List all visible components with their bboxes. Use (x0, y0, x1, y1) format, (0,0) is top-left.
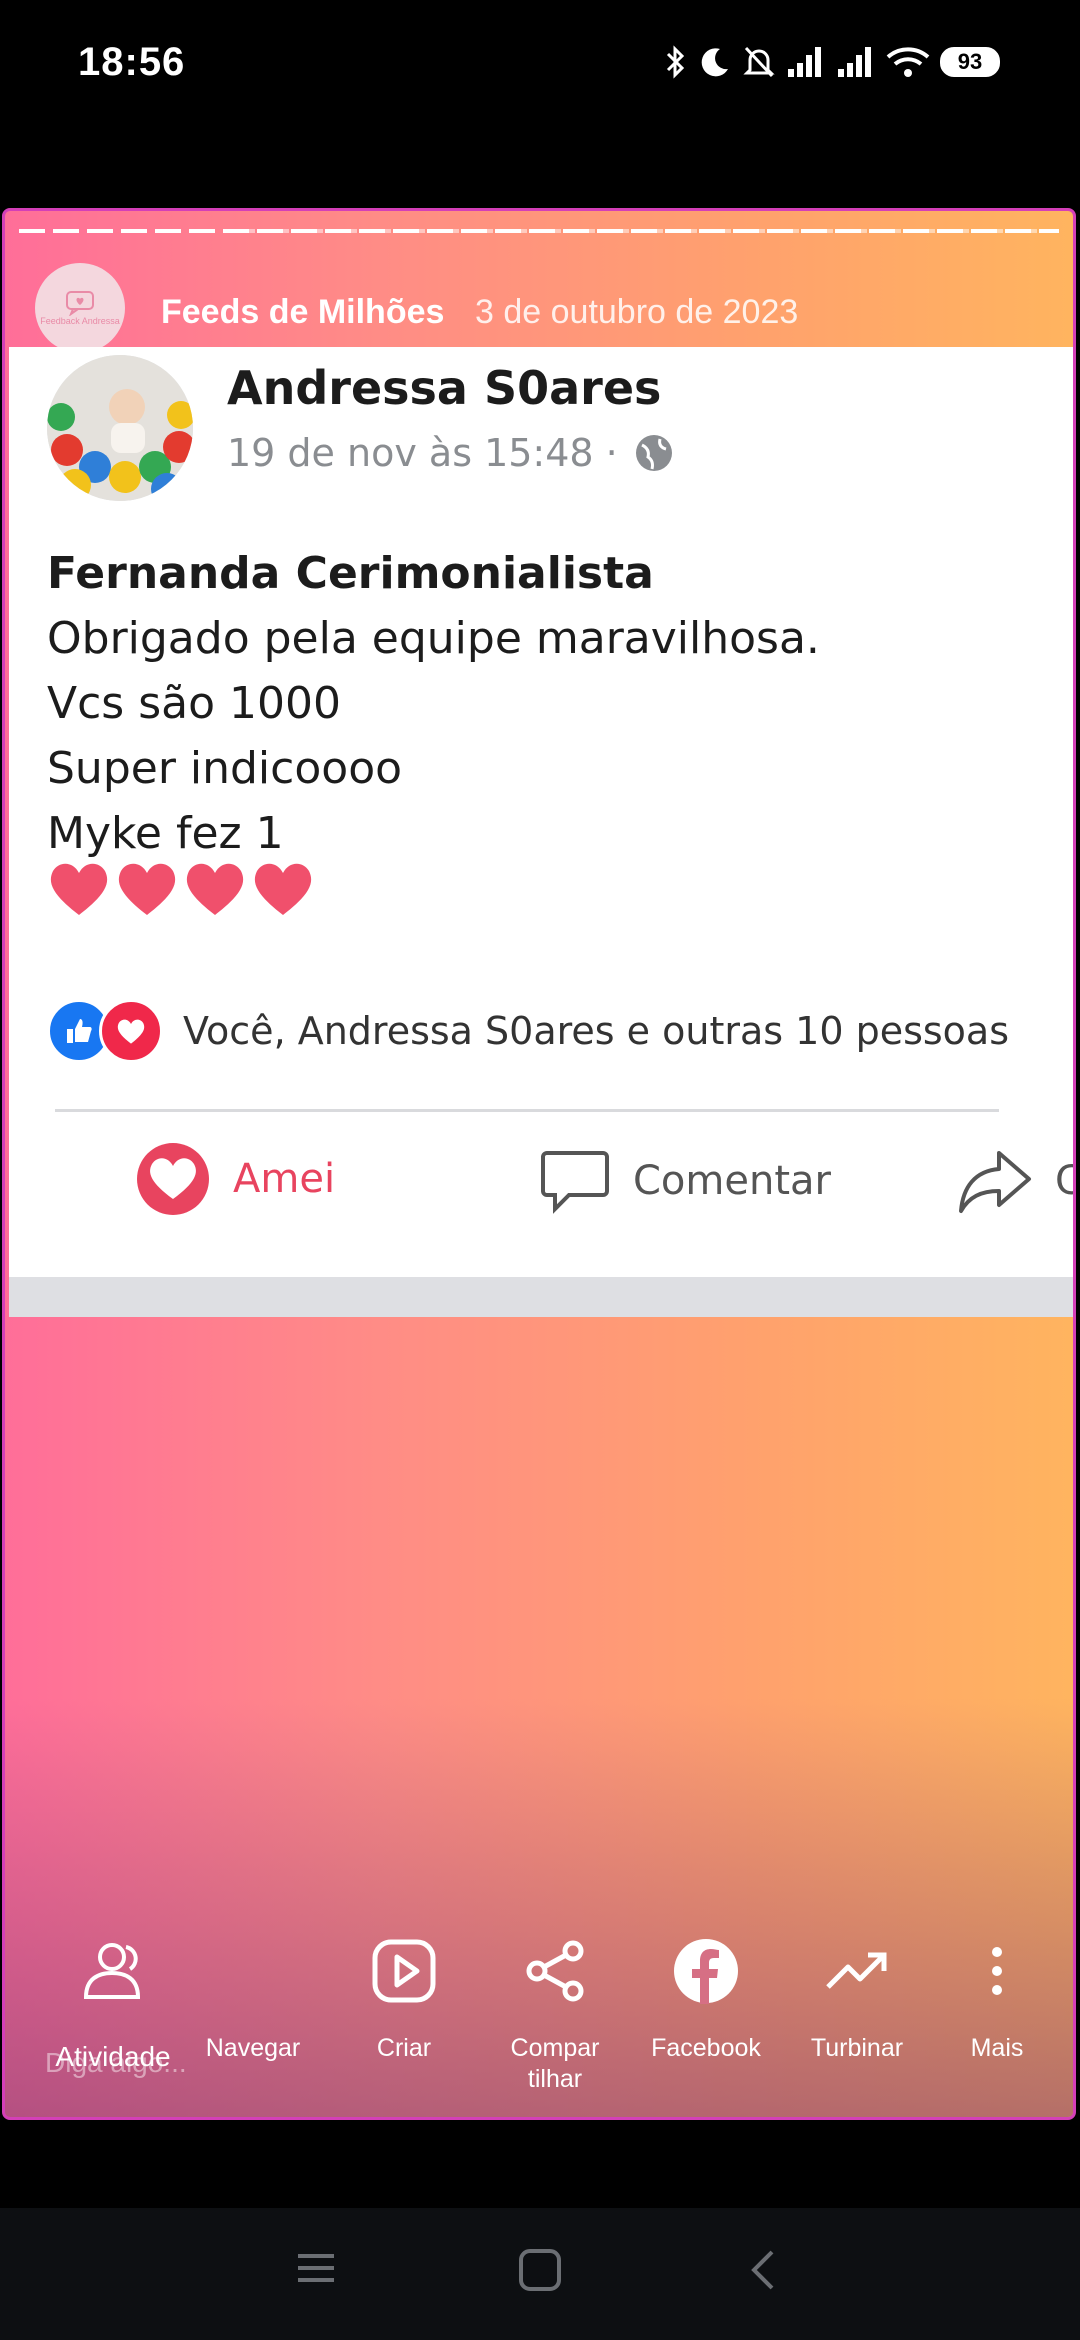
share-nodes-icon (526, 1940, 584, 2002)
boost-button[interactable]: Turbinar (787, 1921, 927, 2064)
browse-button[interactable]: Navegar (183, 1921, 323, 2064)
system-nav-bar (0, 2208, 1080, 2340)
heart-emojis (47, 859, 315, 917)
signal-icon (838, 47, 871, 77)
page-name[interactable]: Feeds de Milhões (161, 293, 444, 332)
play-square-icon (372, 1939, 436, 2003)
story-toolbar: Atividade Navegar Criar Compar tilhar Fa… (5, 1921, 1073, 2117)
comment-label: Comentar (633, 1158, 831, 1204)
bluetooth-icon (666, 45, 685, 79)
divider (55, 1109, 999, 1112)
post-body: Fernanda Cerimonialista Obrigado pela eq… (47, 541, 820, 866)
status-bar: 18:56 93 (0, 0, 1080, 135)
story-progress-bar (19, 229, 1059, 233)
back-icon[interactable] (748, 2248, 778, 2292)
clock: 18:56 (78, 40, 186, 84)
love-button[interactable]: Amei (135, 1141, 335, 1217)
globe-icon (635, 435, 672, 471)
browse-label: Navegar (205, 2034, 301, 2062)
poster-avatar (47, 355, 193, 501)
page-avatar[interactable]: Feedback Andressa (35, 263, 125, 353)
comment-button[interactable]: Comentar (539, 1147, 831, 1215)
facebook-button[interactable]: Facebook (636, 1921, 776, 2064)
share-label: C (1055, 1158, 1073, 1204)
share-button[interactable]: Compar tilhar (485, 1921, 625, 2095)
share-arrow-icon (959, 1151, 1031, 1213)
home-icon[interactable] (518, 2248, 562, 2292)
signal-icon (788, 47, 821, 77)
reactions-text: Você, Andressa S0ares e outras 10 pessoa… (183, 1009, 1010, 1053)
menu-icon[interactable] (296, 2248, 336, 2288)
more-button[interactable]: Mais (927, 1921, 1067, 2064)
status-icons: 93 (664, 44, 1000, 80)
facebook-icon (674, 1939, 738, 2004)
post-line: Myke fez 1 (47, 808, 284, 859)
heart-icon (254, 863, 312, 915)
comment-icon (541, 1151, 609, 1214)
reply-input[interactable]: Diga algo... (45, 2047, 187, 2079)
moon-icon (701, 48, 728, 77)
post-line: Fernanda Cerimonialista (47, 548, 654, 599)
share-label: Compar tilhar (510, 2034, 600, 2093)
story-viewer[interactable]: Feedback Andressa Feeds de Milhões 3 de … (2, 208, 1076, 2120)
create-button[interactable]: Criar (334, 1921, 474, 2064)
wifi-icon (886, 47, 930, 77)
heart-icon (50, 863, 108, 915)
bell-off-icon (743, 46, 775, 78)
love-label: Amei (233, 1156, 336, 1202)
page-avatar-text: Feedback Andressa (40, 316, 120, 326)
love-reaction-icon (99, 999, 163, 1063)
create-label: Criar (376, 2034, 432, 2062)
chat-heart-icon (66, 291, 94, 316)
more-label: Mais (970, 2034, 1024, 2062)
more-vertical-icon (992, 1947, 1002, 1995)
heart-circle-icon (137, 1143, 209, 1215)
post-timestamp: 19 de nov às 15:48 · (227, 431, 618, 475)
story-header: Feedback Andressa Feeds de Milhões 3 de … (5, 241, 1073, 353)
post-meta: 19 de nov às 15:48 · (227, 431, 676, 475)
ball-pit-photo (47, 355, 193, 501)
share-post-button[interactable]: C (957, 1147, 1073, 1215)
story-date: 3 de outubro de 2023 (475, 293, 799, 331)
battery-icon: 93 (940, 47, 1000, 77)
post-line: Vcs são 1000 (47, 678, 341, 729)
people-icon (83, 1943, 141, 1999)
post-screenshot: Andressa S0ares 19 de nov às 15:48 · Fer… (9, 347, 1073, 1279)
reactions-summary[interactable]: Você, Andressa S0ares e outras 10 pessoa… (47, 999, 1009, 1063)
heart-icon (118, 863, 176, 915)
boost-label: Turbinar (810, 2034, 904, 2062)
post-line: Super indicoooo (47, 743, 403, 794)
poster-name[interactable]: Andressa S0ares (227, 361, 661, 415)
facebook-label: Facebook (651, 2034, 761, 2062)
post-line: Obrigado pela equipe maravilhosa. (47, 613, 820, 664)
trending-up-icon (826, 1952, 887, 1989)
heart-icon (186, 863, 244, 915)
